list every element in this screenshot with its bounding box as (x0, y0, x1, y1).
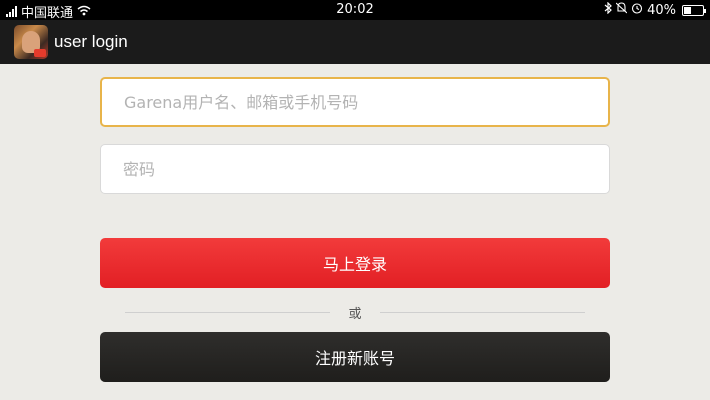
or-divider: 或 (125, 302, 585, 322)
app-header: user login (0, 20, 710, 64)
username-field[interactable] (100, 77, 610, 127)
mute-icon (615, 2, 628, 18)
page-title: user login (54, 32, 128, 51)
status-right: 40% (604, 1, 706, 18)
login-button-label: 马上登录 (322, 255, 387, 274)
register-button[interactable]: 注册新账号 (100, 332, 610, 382)
username-input[interactable] (102, 79, 608, 125)
status-bar: 中国联通 20:02 40% (0, 0, 710, 21)
password-input[interactable] (101, 145, 609, 193)
password-field[interactable] (100, 144, 610, 194)
battery-text: 40% (647, 2, 676, 18)
bluetooth-icon (604, 1, 612, 18)
battery-fill (684, 6, 691, 14)
battery-icon (682, 4, 706, 16)
divider-line-right (380, 312, 585, 313)
login-button[interactable]: 马上登录 (100, 238, 610, 288)
alarm-icon (631, 2, 643, 18)
app-game-icon (14, 25, 48, 59)
register-button-label: 注册新账号 (314, 349, 395, 368)
